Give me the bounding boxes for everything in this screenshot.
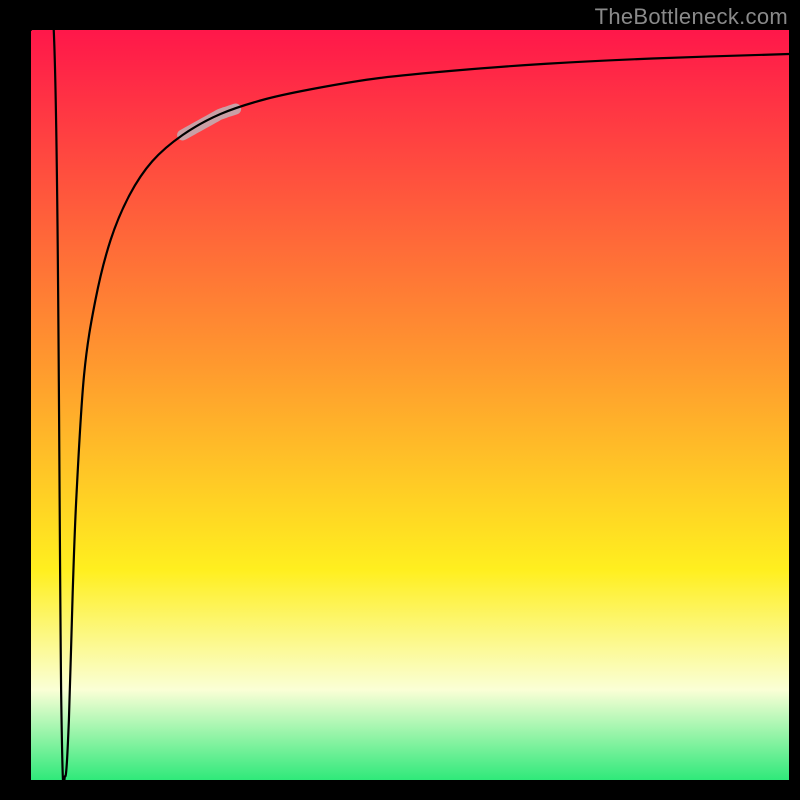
chart-stage: TheBottleneck.com — [0, 0, 800, 800]
watermark-text: TheBottleneck.com — [595, 4, 788, 30]
plot-background — [31, 30, 789, 780]
chart-svg — [0, 0, 800, 800]
